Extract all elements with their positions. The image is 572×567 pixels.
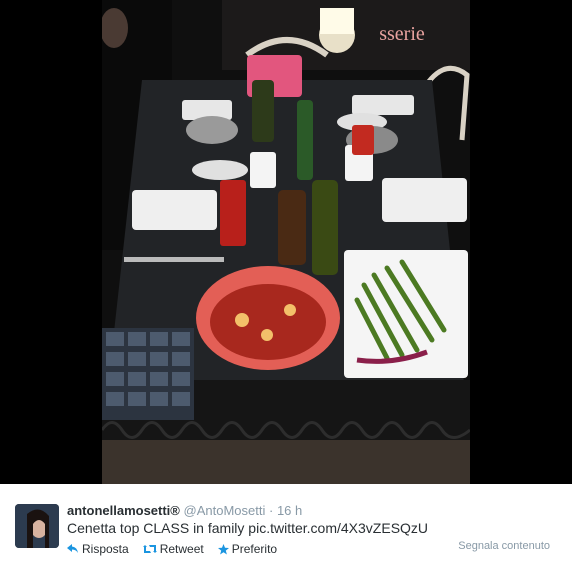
- reply-button[interactable]: Risposta: [67, 542, 129, 556]
- retweet-label: Retweet: [159, 542, 204, 556]
- reply-label: Risposta: [82, 542, 129, 556]
- tweet-text: Cenetta top CLASS in family pic.twitter.…: [67, 520, 429, 536]
- report-content-link[interactable]: Segnala contenuto: [458, 540, 550, 552]
- retweet-button[interactable]: Retweet: [142, 542, 204, 556]
- dinner-table-photo[interactable]: sserie: [102, 0, 470, 484]
- tweet-media[interactable]: sserie: [0, 0, 572, 484]
- reply-icon: [67, 544, 79, 554]
- favorite-label: Preferito: [231, 542, 278, 556]
- retweet-icon: [142, 544, 157, 554]
- restaurant-sign-text: sserie: [379, 23, 425, 45]
- avatar[interactable]: [15, 504, 59, 548]
- tweet-header: antonellamosetti® @AntoMosetti · 16 h: [67, 503, 302, 518]
- favorite-button[interactable]: Preferito: [217, 542, 278, 556]
- user-handle[interactable]: @AntoMosetti: [184, 503, 266, 518]
- star-icon: [217, 543, 229, 555]
- tweet-timestamp[interactable]: 16 h: [277, 503, 302, 518]
- user-fullname[interactable]: antonellamosetti®: [67, 503, 180, 518]
- separator-dot: ·: [268, 503, 274, 518]
- tweet-card: antonellamosetti® @AntoMosetti · 16 h Ce…: [0, 484, 572, 567]
- tweet-actions: Risposta Retweet Preferito: [67, 542, 277, 556]
